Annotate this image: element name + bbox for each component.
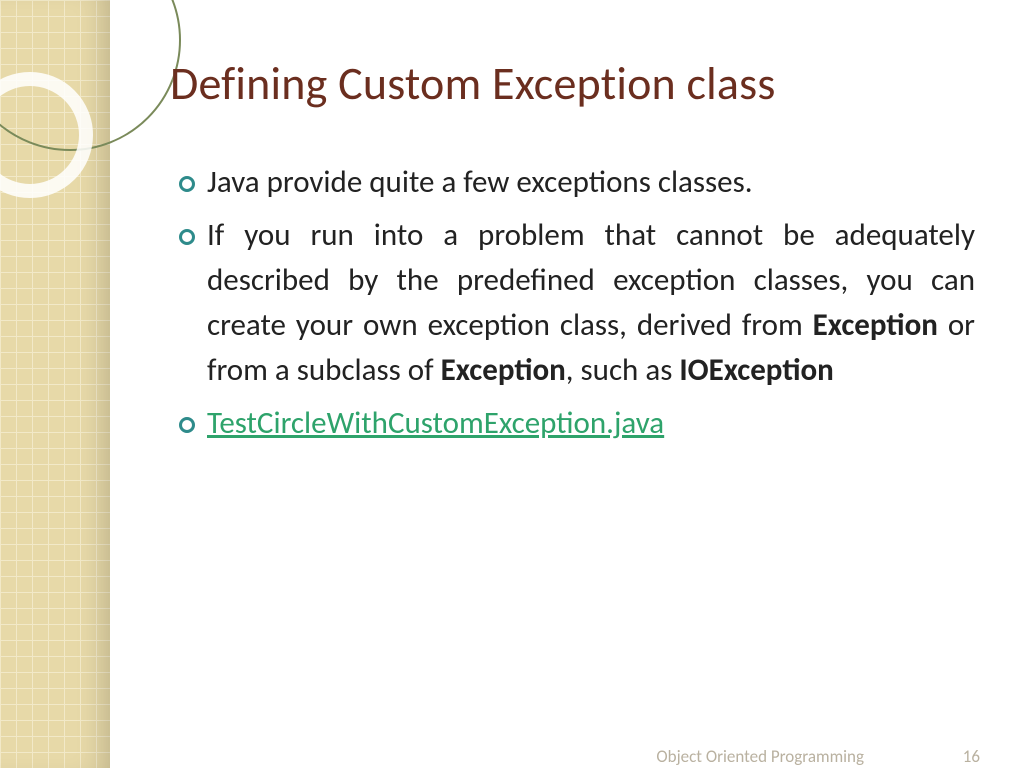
- slide-title: Defining Custom Exception class: [170, 56, 990, 112]
- slide: Defining Custom Exception class Java pro…: [0, 0, 1024, 768]
- footer-label: Object Oriented Programming: [656, 746, 864, 767]
- code-file-link[interactable]: TestCircleWithCustomException.java: [207, 404, 664, 442]
- bullet-text: Java provide quite a few exceptions clas…: [207, 163, 753, 201]
- bold-text: Exception: [441, 351, 566, 389]
- slide-body: Java provide quite a few exceptions clas…: [175, 160, 975, 454]
- bold-text: IOException: [679, 351, 833, 389]
- bullet-item: If you run into a problem that cannot be…: [175, 213, 975, 393]
- sidebar-decoration: [0, 0, 110, 768]
- bullet-text: , such as: [566, 351, 680, 389]
- bullet-item: Java provide quite a few exceptions clas…: [175, 160, 975, 205]
- page-number: 16: [963, 746, 980, 767]
- bullet-item: TestCircleWithCustomException.java: [175, 401, 975, 446]
- bold-text: Exception: [813, 306, 938, 344]
